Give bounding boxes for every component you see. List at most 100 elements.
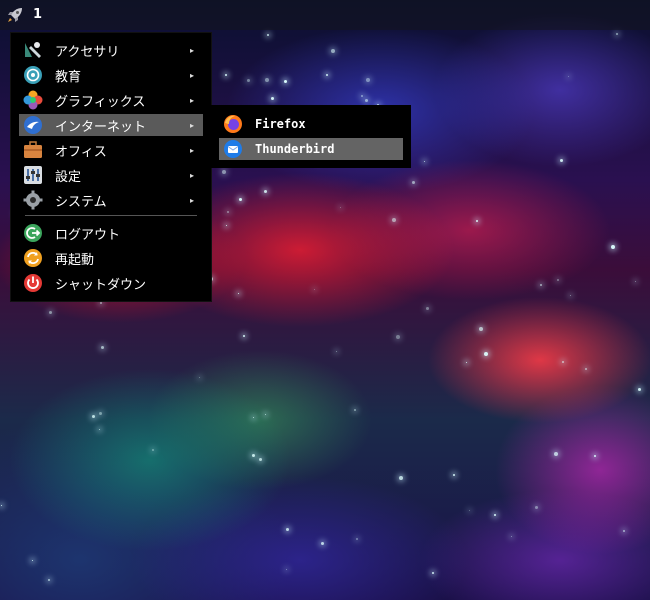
- star: [494, 514, 496, 516]
- star: [152, 449, 154, 451]
- star: [476, 220, 478, 222]
- star: [199, 377, 200, 378]
- star: [570, 295, 571, 296]
- star: [616, 33, 618, 35]
- star: [623, 530, 625, 532]
- rocket-icon: [8, 8, 22, 22]
- menu-item-logout[interactable]: ログアウト: [19, 222, 203, 244]
- star: [361, 95, 363, 97]
- settings-icon: [23, 165, 43, 185]
- star: [92, 415, 95, 418]
- menu-item-internet[interactable]: インターネット ▸: [19, 114, 203, 136]
- star: [32, 560, 33, 561]
- star: [252, 454, 255, 457]
- submenu-arrow-icon: ▸: [189, 45, 194, 55]
- star: [484, 352, 488, 356]
- star: [611, 245, 615, 249]
- education-icon: [23, 65, 43, 85]
- star: [267, 34, 269, 36]
- submenu-arrow-icon: ▸: [189, 70, 194, 80]
- menu-item-office[interactable]: オフィス ▸: [19, 139, 203, 161]
- star: [331, 49, 335, 53]
- submenu-arrow-icon: ▸: [189, 95, 194, 105]
- star: [453, 474, 455, 476]
- star: [49, 311, 52, 314]
- star: [286, 569, 287, 570]
- submenu-item-label: Thunderbird: [255, 142, 335, 156]
- star: [554, 452, 558, 456]
- office-icon: [23, 140, 43, 160]
- star: [354, 409, 356, 411]
- star: [594, 455, 596, 457]
- menu-separator: [25, 215, 197, 216]
- star: [238, 293, 239, 294]
- menu-item-label: ログアウト: [55, 227, 121, 243]
- menu-item-education[interactable]: 教育 ▸: [19, 64, 203, 86]
- star: [432, 572, 434, 574]
- star: [466, 362, 467, 363]
- submenu-item-firefox[interactable]: Firefox: [219, 113, 403, 135]
- shutdown-icon: [23, 273, 43, 293]
- star: [469, 510, 470, 511]
- star: [635, 281, 636, 282]
- menu-item-label: グラフィックス: [55, 94, 146, 110]
- star: [99, 429, 100, 430]
- star: [479, 327, 483, 331]
- star: [568, 76, 569, 77]
- menu-item-system[interactable]: システム ▸: [19, 189, 203, 211]
- star: [1, 505, 2, 506]
- menu-item-accessories[interactable]: アクセサリ ▸: [19, 39, 203, 61]
- submenu-arrow-icon: ▸: [189, 195, 194, 205]
- submenu-arrow-icon: ▸: [189, 145, 194, 155]
- star: [340, 207, 341, 208]
- menu-item-label: アクセサリ: [55, 44, 120, 60]
- menu-item-label: シャットダウン: [55, 277, 147, 293]
- star: [426, 307, 429, 310]
- star: [314, 289, 315, 290]
- star: [326, 74, 328, 76]
- star: [247, 79, 250, 82]
- submenu-item-thunderbird[interactable]: Thunderbird: [219, 138, 403, 160]
- star: [396, 335, 400, 339]
- star: [336, 351, 337, 352]
- system-icon: [23, 190, 43, 210]
- star: [253, 417, 254, 418]
- thunderbird-icon: [223, 139, 243, 159]
- workspace-indicator[interactable]: 1: [33, 7, 42, 22]
- star: [265, 414, 266, 415]
- menu-item-restart[interactable]: 再起動: [19, 247, 203, 269]
- star: [365, 99, 368, 102]
- menu-item-label: システム: [55, 194, 107, 210]
- graphics-icon: [23, 90, 43, 110]
- star: [48, 579, 50, 581]
- menu-item-label: オフィス: [55, 144, 107, 160]
- menu-item-label: 設定: [55, 169, 82, 185]
- menu-item-shutdown[interactable]: シャットダウン: [19, 272, 203, 294]
- star: [638, 388, 641, 391]
- star: [222, 170, 226, 174]
- star: [259, 458, 262, 461]
- menu-item-label: 再起動: [55, 252, 95, 268]
- star: [286, 528, 289, 531]
- internet-icon: [23, 115, 43, 135]
- star: [392, 218, 396, 222]
- star: [101, 346, 104, 349]
- internet-submenu: Firefox Thunderbird: [211, 105, 411, 168]
- star: [227, 211, 229, 213]
- menu-item-settings[interactable]: 設定 ▸: [19, 164, 203, 186]
- menu-item-label: インターネット: [55, 119, 147, 135]
- submenu-arrow-icon: ▸: [189, 120, 194, 130]
- star: [265, 78, 269, 82]
- star: [284, 80, 287, 83]
- menu-item-graphics[interactable]: グラフィックス ▸: [19, 89, 203, 111]
- firefox-icon: [223, 114, 243, 134]
- star: [321, 542, 324, 545]
- logout-icon: [23, 223, 43, 243]
- app-launcher-button[interactable]: [4, 4, 26, 26]
- menu-item-label: 教育: [55, 69, 82, 85]
- restart-icon: [23, 248, 43, 268]
- submenu-arrow-icon: ▸: [189, 170, 194, 180]
- star: [239, 198, 242, 201]
- star: [399, 476, 403, 480]
- star: [511, 536, 512, 537]
